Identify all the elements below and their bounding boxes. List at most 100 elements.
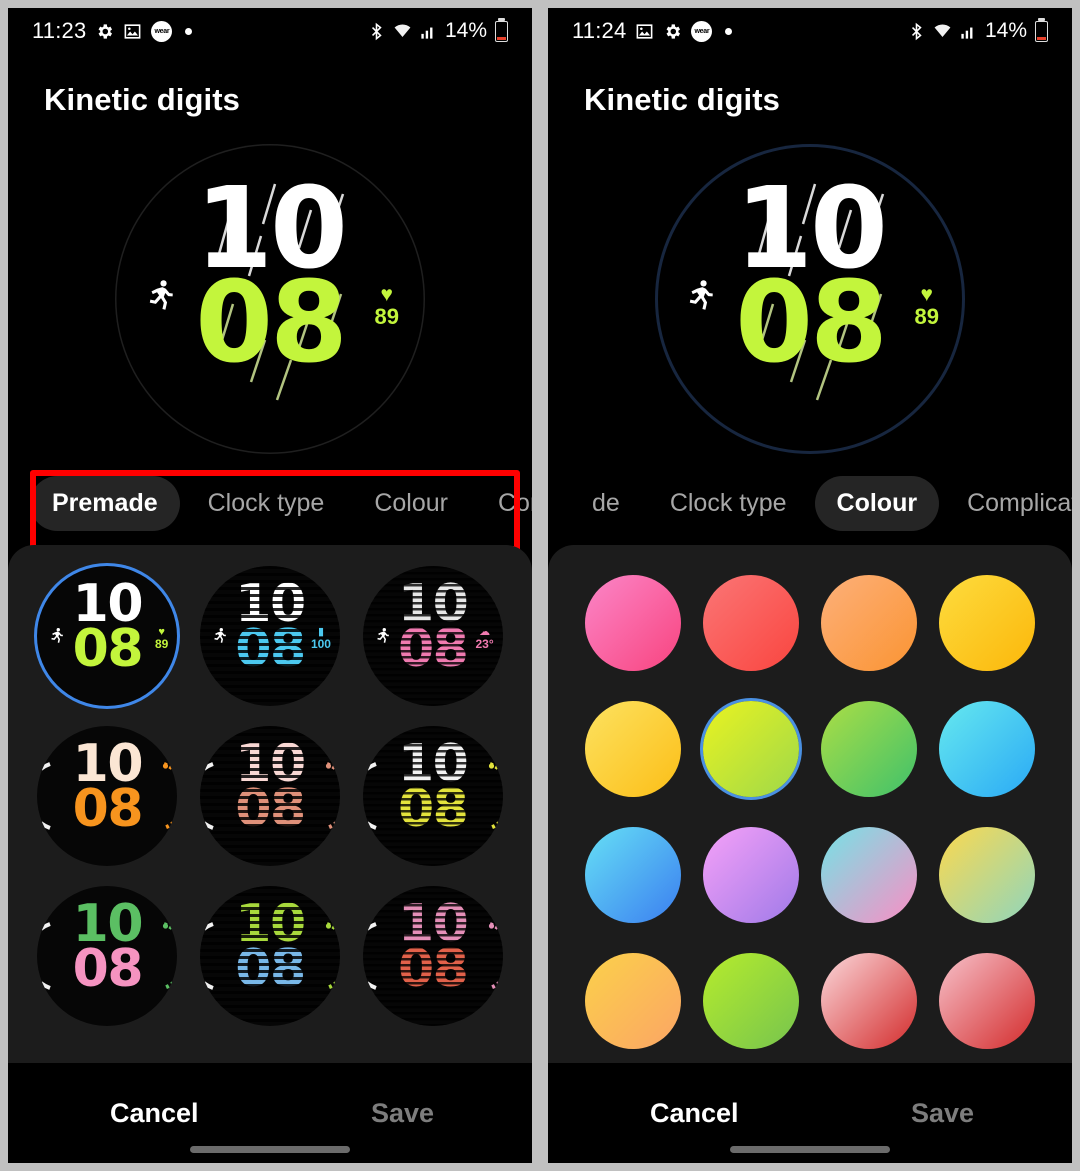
thumb-minute: 08 [235, 779, 306, 839]
premade-sheet: 10 08 ♥ 89 10 08 ▮ 100 10 08 ☁ 23° 10 08 10 08 10 08 10 08 1… [8, 545, 532, 1063]
bluetooth-icon [367, 22, 386, 41]
thumb-right-arc [163, 762, 173, 830]
bluetooth-icon [907, 22, 926, 41]
premade-face-cell[interactable]: 10 08 [196, 881, 344, 1031]
colour-swatch-cell[interactable] [817, 697, 921, 801]
tab-bar[interactable]: deClock typeColourComplication typ [548, 464, 1072, 545]
colour-swatch-pink[interactable] [585, 575, 681, 671]
premade-face-thumbnail[interactable]: 10 08 ♥ 89 [37, 566, 178, 706]
colour-swatch-cell[interactable] [935, 949, 1039, 1053]
colour-swatch-cell[interactable] [935, 571, 1039, 675]
colour-swatch-grid[interactable] [548, 545, 1072, 1053]
premade-face-thumbnail[interactable]: 10 08 [362, 886, 503, 1026]
premade-face-thumbnail[interactable]: 10 08 ▮ 100 [199, 566, 340, 706]
colour-swatch-cyan-pink[interactable] [821, 827, 917, 923]
thumb-right-arc [488, 762, 498, 830]
tab-bar[interactable]: PremadeClock typeColourComplic [8, 464, 532, 545]
premade-face-thumbnail[interactable]: 10 08 [199, 886, 340, 1026]
thumb-minute: 08 [397, 619, 469, 679]
thumb-complication-value: 89 [154, 637, 169, 651]
heart-rate-value: 89 [914, 304, 939, 329]
colour-swatch-cell[interactable] [581, 949, 685, 1053]
premade-face-cell[interactable]: 10 08 [359, 881, 507, 1031]
colour-swatch-blue[interactable] [585, 827, 681, 923]
watch-minute: 08 [195, 258, 348, 388]
page-title: Kinetic digits [44, 82, 241, 117]
premade-face-cell[interactable]: 10 08 ♥ 89 [33, 561, 181, 711]
tab-colour[interactable]: Colour [352, 476, 470, 531]
thumb-left-arc [42, 762, 52, 830]
cycling-icon [377, 627, 389, 643]
wear-icon: wear [151, 20, 173, 42]
watch-face-preview[interactable]: 10 08 ♥ 89 [655, 144, 965, 454]
colour-swatch-pale-pink-red[interactable] [821, 953, 917, 1049]
colour-swatch-yellow[interactable] [585, 701, 681, 797]
premade-face-thumbnail[interactable]: 10 08 [199, 726, 340, 866]
colour-swatch-cyan-blue[interactable] [939, 701, 1035, 797]
tab-clock-type[interactable]: Clock type [648, 476, 809, 531]
colour-swatch-cell[interactable] [581, 697, 685, 801]
premade-face-thumbnail[interactable]: 10 08 [362, 726, 503, 866]
premade-face-cell[interactable]: 10 08 [33, 721, 181, 871]
watch-face-preview[interactable]: 10 08 ♥ 89 [115, 144, 425, 454]
colour-swatch-cell[interactable] [699, 823, 803, 927]
battery-percent: 14% [984, 19, 1027, 42]
wifi-icon [393, 22, 412, 41]
save-button[interactable]: Save [355, 1088, 450, 1139]
premade-face-cell[interactable]: 10 08 ▮ 100 [196, 561, 344, 711]
cancel-button[interactable]: Cancel [634, 1088, 755, 1139]
tab-premade[interactable]: Premade [30, 476, 180, 531]
home-indicator[interactable] [190, 1146, 350, 1153]
colour-sheet [548, 545, 1072, 1063]
premade-face-cell[interactable]: 10 08 [33, 881, 181, 1031]
save-button[interactable]: Save [895, 1088, 990, 1139]
colour-swatch-cell[interactable] [817, 949, 921, 1053]
colour-swatch-pale-pink-red2[interactable] [939, 953, 1035, 1049]
thumb-minute: 08 [397, 779, 469, 839]
premade-face-cell[interactable]: 10 08 [196, 721, 344, 871]
colour-swatch-cell[interactable] [817, 571, 921, 675]
photo-icon [123, 22, 142, 41]
watch-preview-area: 10 08 ♥ 89 [548, 136, 1072, 464]
colour-swatch-green[interactable] [821, 701, 917, 797]
home-indicator[interactable] [730, 1146, 890, 1153]
colour-swatch-yellow-teal[interactable] [939, 827, 1035, 923]
heart-rate-value: 89 [374, 304, 399, 329]
tab-clock-type[interactable]: Clock type [186, 476, 347, 531]
colour-swatch-red-coral[interactable] [703, 575, 799, 671]
premade-face-grid[interactable]: 10 08 ♥ 89 10 08 ▮ 100 10 08 ☁ 23° 10 08 10 08 10 08 10 08 1… [8, 545, 532, 1031]
premade-face-cell[interactable]: 10 08 [359, 721, 507, 871]
battery-percent: 14% [444, 19, 487, 42]
comparison-screenshot: 11:23 wear 14% Kinetic digits 10 08 ♥ 89… [0, 0, 1080, 1171]
heart-icon: ♥ [920, 283, 933, 306]
colour-swatch-yellow-lime[interactable] [703, 701, 799, 797]
running-icon [51, 627, 64, 643]
premade-face-thumbnail[interactable]: 10 08 [37, 726, 178, 866]
tab-complication-typ[interactable]: Complication typ [945, 476, 1072, 531]
colour-swatch-cell[interactable] [935, 823, 1039, 927]
colour-swatch-cell[interactable] [699, 697, 803, 801]
colour-swatch-cell[interactable] [581, 823, 685, 927]
tab-complic[interactable]: Complic [476, 476, 532, 531]
cancel-button[interactable]: Cancel [94, 1088, 215, 1139]
colour-swatch-cell[interactable] [935, 697, 1039, 801]
gear-icon [95, 22, 114, 41]
colour-swatch-cell[interactable] [581, 571, 685, 675]
premade-face-thumbnail[interactable]: 10 08 [37, 886, 178, 1026]
colour-swatch-orange-light[interactable] [821, 575, 917, 671]
tab-de[interactable]: de [570, 476, 642, 531]
dot-icon [185, 27, 193, 35]
colour-swatch-pink-purple[interactable] [703, 827, 799, 923]
colour-swatch-yellow-orange[interactable] [585, 953, 681, 1049]
colour-swatch-cell[interactable] [817, 823, 921, 927]
premade-face-cell[interactable]: 10 08 ☁ 23° [359, 561, 507, 711]
colour-swatch-gold[interactable] [939, 575, 1035, 671]
tab-colour[interactable]: Colour [814, 476, 940, 531]
colour-swatch-lime[interactable] [703, 953, 799, 1049]
colour-swatch-cell[interactable] [699, 571, 803, 675]
thumb-right-arc [325, 762, 335, 830]
dot-icon [725, 27, 733, 35]
colour-swatch-cell[interactable] [699, 949, 803, 1053]
status-bar-right: 14% [367, 18, 508, 43]
premade-face-thumbnail[interactable]: 10 08 ☁ 23° [362, 566, 503, 706]
